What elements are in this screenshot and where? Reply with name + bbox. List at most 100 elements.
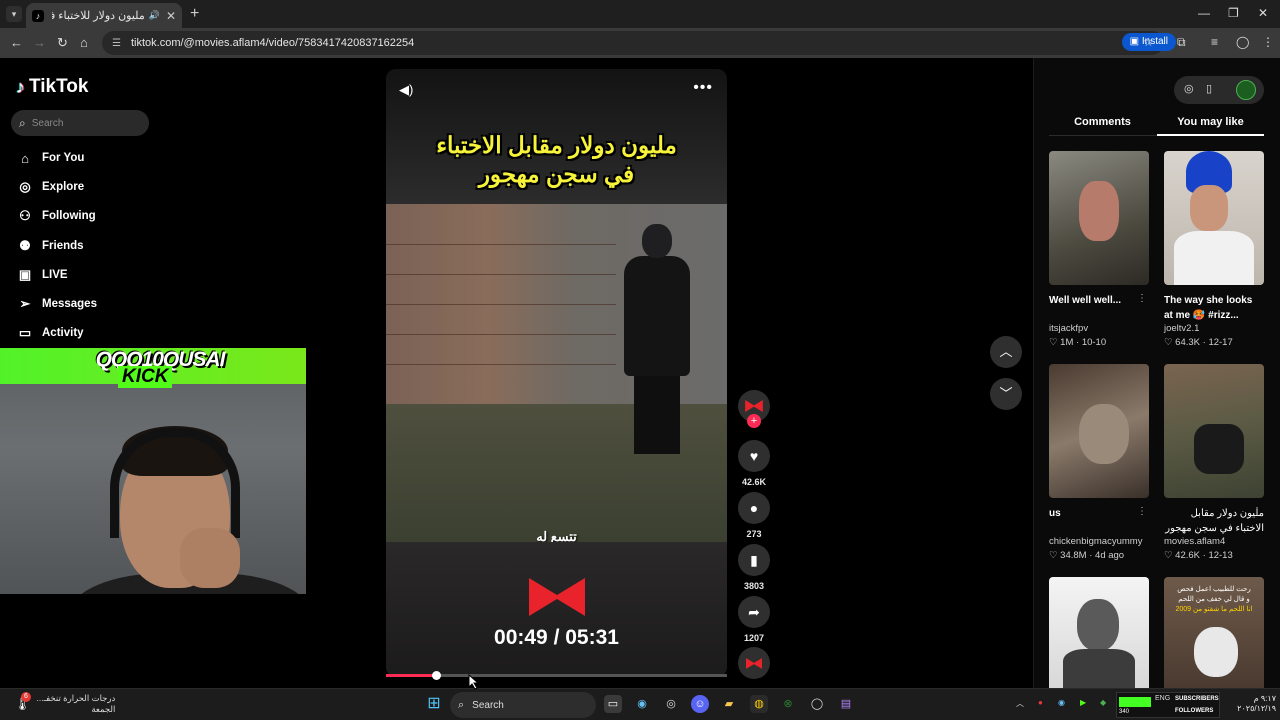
sidebar-item-messages[interactable]: ➢ Messages — [16, 293, 97, 315]
device-icon[interactable]: ▯ — [1206, 82, 1212, 95]
recommended-video-card[interactable]: Well well well... ⋮ itsjackfpv ♡ 1M · 10… — [1049, 151, 1149, 348]
shield-icon[interactable]: ◆ — [1100, 698, 1106, 707]
music-disc-icon[interactable] — [738, 647, 770, 679]
bowtie-logo-icon — [529, 578, 585, 616]
steam-icon[interactable]: ◉ — [633, 695, 651, 713]
taskbar-search[interactable]: ⌕ Search — [450, 692, 596, 718]
restore-icon[interactable]: ❐ — [1228, 6, 1239, 20]
video-thumbnail[interactable] — [1049, 577, 1149, 688]
card-meta: ♡ 42.6K · 12-13 — [1164, 550, 1233, 561]
music-disc[interactable] — [738, 647, 770, 679]
app-icon[interactable]: ◯ — [808, 695, 826, 713]
reading-list-icon[interactable]: ≡ — [1211, 35, 1218, 49]
video-player[interactable]: مليون دولار مقابل الاختباء في سجن مهجور … — [386, 69, 727, 677]
video-progress-bar[interactable] — [386, 671, 727, 680]
extensions-icon[interactable]: ⧉ — [1177, 35, 1186, 50]
heart-icon[interactable]: ♥ — [738, 440, 770, 472]
sidebar-item-activity[interactable]: ▭ Activity — [16, 322, 84, 344]
avatar[interactable] — [1236, 80, 1256, 100]
new-tab-icon[interactable]: + — [190, 5, 199, 23]
person-icon: ⚇ — [19, 208, 31, 223]
recommended-video-card[interactable]: رحت للطبيب اعمل فحص و قال لي خفف من اللح… — [1164, 577, 1264, 688]
site-info-icon[interactable]: ☰ — [112, 38, 121, 49]
comment-button[interactable]: ● 273 — [738, 492, 770, 539]
progress-handle[interactable] — [432, 671, 442, 680]
windows-start-icon[interactable]: ⊞ — [425, 695, 443, 713]
minimize-icon[interactable]: — — [1198, 6, 1210, 20]
tiktok-favicon-icon: ♪ — [32, 9, 44, 22]
kick-logo: KICK — [118, 366, 173, 388]
file-explorer-icon[interactable]: ▰ — [720, 695, 738, 713]
card-user[interactable]: joeltv2.1 — [1164, 323, 1264, 334]
comment-icon[interactable]: ● — [738, 492, 770, 524]
card-more-icon[interactable]: ⋮ — [1137, 293, 1147, 304]
forward-icon[interactable]: → — [33, 35, 46, 50]
recommended-video-card[interactable]: The way she looks at me 🥵 #rizz... joelt… — [1164, 151, 1264, 348]
video-thumbnail[interactable] — [1049, 364, 1149, 498]
video-thumbnail[interactable] — [1164, 151, 1264, 285]
card-more-icon[interactable]: ⋮ — [1252, 506, 1262, 517]
speaker-icon[interactable]: 🔊 — [149, 10, 160, 21]
close-window-icon[interactable]: ✕ — [1258, 6, 1268, 20]
obs-icon[interactable]: ◎ — [662, 695, 680, 713]
card-more-icon[interactable]: ⋮ — [1137, 506, 1147, 517]
recommended-video-card[interactable]: us ⋮ chickenbigmacyummy ♡ 34.8M · 4d ago — [1049, 364, 1149, 561]
subscriber-widget: SUBSCRIBERS FOLLOWERS 340 ENG — [1116, 692, 1220, 718]
address-bar[interactable]: ☰ tiktok.com/@movies.aflam4/video/758341… — [102, 31, 1164, 55]
video-subject — [616, 224, 696, 454]
sidebar-item-friends[interactable]: ⚉ Friends — [16, 235, 83, 257]
like-button[interactable]: ♥ 42.6K — [738, 440, 770, 487]
reload-icon[interactable]: ↻ — [57, 35, 68, 51]
recommended-video-card[interactable]: مليون دولار مقابل الاختباء في سجن مهجور … — [1164, 364, 1264, 561]
home-icon[interactable]: ⌂ — [80, 35, 88, 50]
card-title: Well well well... — [1049, 295, 1122, 306]
sidebar-item-following[interactable]: ⚇ Following — [16, 205, 95, 227]
next-video-button[interactable]: ﹀ — [990, 378, 1022, 410]
video-thumbnail[interactable]: رحت للطبيب اعمل فحص و قال لي خفف من اللح… — [1164, 577, 1264, 688]
tray-app-icon[interactable]: ● — [1038, 698, 1043, 707]
follow-plus-icon[interactable]: + — [747, 414, 761, 428]
card-meta: ♡ 34.8M · 4d ago — [1049, 550, 1125, 561]
volume-icon[interactable]: ◀) — [399, 82, 413, 98]
back-icon[interactable]: ← — [10, 35, 23, 50]
card-user[interactable]: itsjackfpv — [1049, 323, 1149, 334]
recommended-video-card[interactable] — [1049, 577, 1149, 688]
card-user[interactable]: chickenbigmacyummy — [1049, 536, 1149, 547]
sidebar-item-for-you[interactable]: ⌂ For You — [16, 147, 84, 169]
video-thumbnail[interactable] — [1164, 364, 1264, 498]
compass-icon[interactable]: ◎ — [1184, 82, 1194, 95]
tab-comments[interactable]: Comments — [1049, 116, 1156, 128]
sidebar-item-explore[interactable]: ◎ Explore — [16, 176, 84, 198]
share-arrow-icon[interactable]: ➦ — [738, 596, 770, 628]
sidebar-item-live[interactable]: ▣ LIVE — [16, 264, 68, 286]
search-input[interactable]: ⌕ Search — [11, 110, 149, 136]
task-view-icon[interactable]: ▭ — [604, 695, 622, 713]
tab-you-may-like[interactable]: You may like — [1157, 116, 1264, 128]
weather-widget[interactable]: 🌡 6 درجات الحرارة تنخفـ... الجمعة — [14, 692, 115, 715]
tab-search-icon[interactable]: ▾ — [6, 6, 22, 22]
video-editor-icon[interactable]: ▤ — [837, 695, 855, 713]
bookmark-star-icon[interactable]: ☆ — [1143, 35, 1154, 49]
friends-icon: ⚉ — [19, 238, 31, 253]
chrome-icon[interactable]: ◍ — [750, 695, 768, 713]
system-clock[interactable]: ٩:١٧ م ٢٠٢٥/١٢/١٩ — [1224, 694, 1276, 714]
tiktok-logo[interactable]: ♪ TikTok — [16, 76, 88, 98]
share-button[interactable]: ➦ 1207 — [738, 596, 770, 643]
previous-video-button[interactable]: ︿ — [990, 336, 1022, 368]
save-button[interactable]: ▮ 3803 — [738, 544, 770, 591]
browser-tab[interactable]: ♪ مليون دولار للاختباء في سجن 🔊 ✕ — [26, 3, 182, 28]
discord-icon[interactable]: ☺ — [691, 695, 709, 713]
play-tray-icon[interactable]: ▶ — [1080, 698, 1086, 707]
close-tab-icon[interactable]: ✕ — [166, 9, 176, 23]
bookmark-icon[interactable]: ▮ — [738, 544, 770, 576]
steam-tray-icon[interactable]: ◉ — [1058, 698, 1065, 707]
xbox-icon[interactable]: ⊗ — [779, 695, 797, 713]
card-user[interactable]: movies.aflam4 — [1164, 536, 1264, 547]
chevron-up-icon[interactable]: ︿ — [1016, 698, 1024, 709]
creator-avatar[interactable]: + — [738, 390, 770, 428]
profile-icon[interactable]: ◯ — [1236, 35, 1249, 49]
video-thumbnail[interactable] — [1049, 151, 1149, 285]
webcam-overlay: QQQ10QUSAI KICK — [0, 348, 306, 594]
menu-icon[interactable]: ⋮ — [1262, 35, 1274, 49]
more-options-icon[interactable]: ••• — [693, 79, 713, 97]
